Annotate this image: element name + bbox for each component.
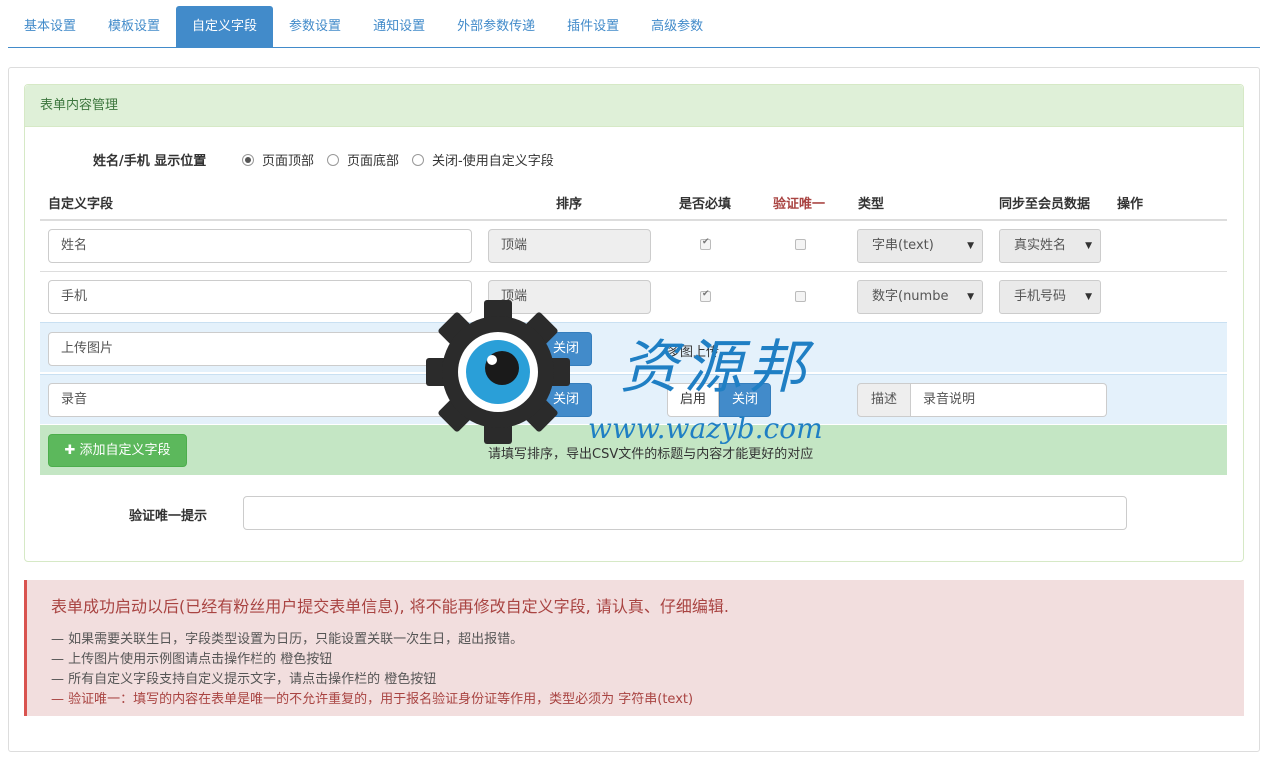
alert-line: — 如果需要关联生日，字段类型设置为日历，只能设置关联一次生日，超出报错。 [51,632,524,647]
upload-toggle: 启用 关闭 [488,332,593,366]
field-name-input[interactable]: 上传图片 [48,332,472,366]
position-radio-group: 页面顶部 页面底部 关闭-使用自定义字段 [242,150,567,169]
type-select[interactable]: 数字(numbe ▼ [857,280,983,314]
radio-top-label: 页面顶部 [262,154,315,169]
record-toggle-2: 启用 关闭 [667,383,772,417]
close-button[interactable]: 关闭 [540,383,593,417]
row-divider [40,271,1227,272]
radio-top[interactable] [242,153,254,166]
tab-template-settings[interactable]: 模板设置 [92,6,176,47]
caret-down-icon: ▼ [1081,230,1092,262]
caret-down-icon: ▼ [963,230,974,262]
add-custom-field-label: 添加自定义字段 [79,443,171,458]
type-select[interactable]: 字串(text) ▼ [857,229,983,263]
sync-select[interactable]: 真实姓名 ▼ [999,229,1101,263]
header-required: 是否必填 [679,197,732,212]
enable-button[interactable]: 启用 [667,383,720,417]
close-button[interactable]: 关闭 [719,383,772,417]
description-group: 描述 录音说明 [857,383,1107,417]
tab-parameter-settings[interactable]: 参数设置 [273,6,357,47]
panel-title: 表单内容管理 [25,85,1243,127]
caret-down-icon: ▼ [963,281,974,313]
tab-basic-settings[interactable]: 基本设置 [8,6,92,47]
field-order-input: 顶端 [488,229,651,263]
header-order: 排序 [556,197,583,212]
header-field: 自定义字段 [48,197,114,212]
header-type: 类型 [858,197,885,212]
radio-bottom-label: 页面底部 [347,154,400,169]
field-name-input[interactable]: 录音 [48,383,472,417]
unique-tip-label: 验证唯一提示 [129,509,208,524]
alert-line: — 所有自定义字段支持自定义提示文字，请点击操作栏的 橙色按钮 [51,672,437,687]
required-checkbox[interactable] [700,289,711,302]
tab-bar: 基本设置 模板设置 自定义字段 参数设置 通知设置 外部参数传递 插件设置 高级… [8,6,1260,48]
table-header-divider [40,219,1227,221]
field-name-input[interactable]: 手机 [48,280,472,314]
field-name-input[interactable]: 姓名 [48,229,472,263]
alert-line: — 验证唯一：填写的内容在表单是唯一的不允许重复的，用于报名验证身份证等作用，类… [51,692,694,707]
radio-bottom[interactable] [327,153,340,166]
alert-line: — 上传图片使用示例图请点击操作栏的 橙色按钮 [51,652,333,667]
description-input[interactable]: 录音说明 [911,383,1107,417]
sync-select[interactable]: 手机号码 ▼ [999,280,1101,314]
tab-external-params[interactable]: 外部参数传递 [441,6,551,47]
alert-title: 表单成功启动以后(已经有粉丝用户提交表单信息), 将不能再修改自定义字段, 请认… [51,597,729,616]
plus-icon: ✚ [64,443,80,458]
sync-select-value: 真实姓名 [1014,238,1067,253]
type-select-value: 数字(numbe [872,289,949,304]
description-label: 描述 [857,383,911,417]
enable-button[interactable]: 启用 [488,383,541,417]
record-toggle: 启用 关闭 [488,383,593,417]
unique-checkbox[interactable] [795,291,806,302]
type-select-value: 字串(text) [872,238,934,253]
caret-down-icon: ▼ [1081,281,1092,313]
header-action: 操作 [1117,197,1144,212]
radio-off[interactable] [412,153,425,166]
tab-advanced-params[interactable]: 高级参数 [635,6,719,47]
close-button[interactable]: 关闭 [540,332,593,366]
warning-alert: 表单成功启动以后(已经有粉丝用户提交表单信息), 将不能再修改自定义字段, 请认… [24,580,1244,716]
tab-custom-fields[interactable]: 自定义字段 [176,6,274,47]
position-label: 姓名/手机 显示位置 [93,154,207,169]
radio-off-label: 关闭-使用自定义字段 [432,154,554,169]
multi-upload-label: 多图上传 [667,345,720,360]
sync-select-value: 手机号码 [1014,289,1067,304]
add-custom-field-button[interactable]: ✚ 添加自定义字段 [48,434,187,467]
header-sync: 同步至会员数据 [999,197,1091,212]
tab-notification-settings[interactable]: 通知设置 [357,6,441,47]
enable-button[interactable]: 启用 [488,332,541,366]
header-unique: 验证唯一 [773,197,826,212]
tab-plugin-settings[interactable]: 插件设置 [551,6,635,47]
field-order-input: 顶端 [488,280,651,314]
unique-checkbox[interactable] [795,239,806,250]
order-hint-text: 请填写排序，导出CSV文件的标题与内容才能更好的对应 [488,447,814,462]
unique-tip-input[interactable] [243,496,1127,530]
required-checkbox[interactable] [700,237,711,250]
